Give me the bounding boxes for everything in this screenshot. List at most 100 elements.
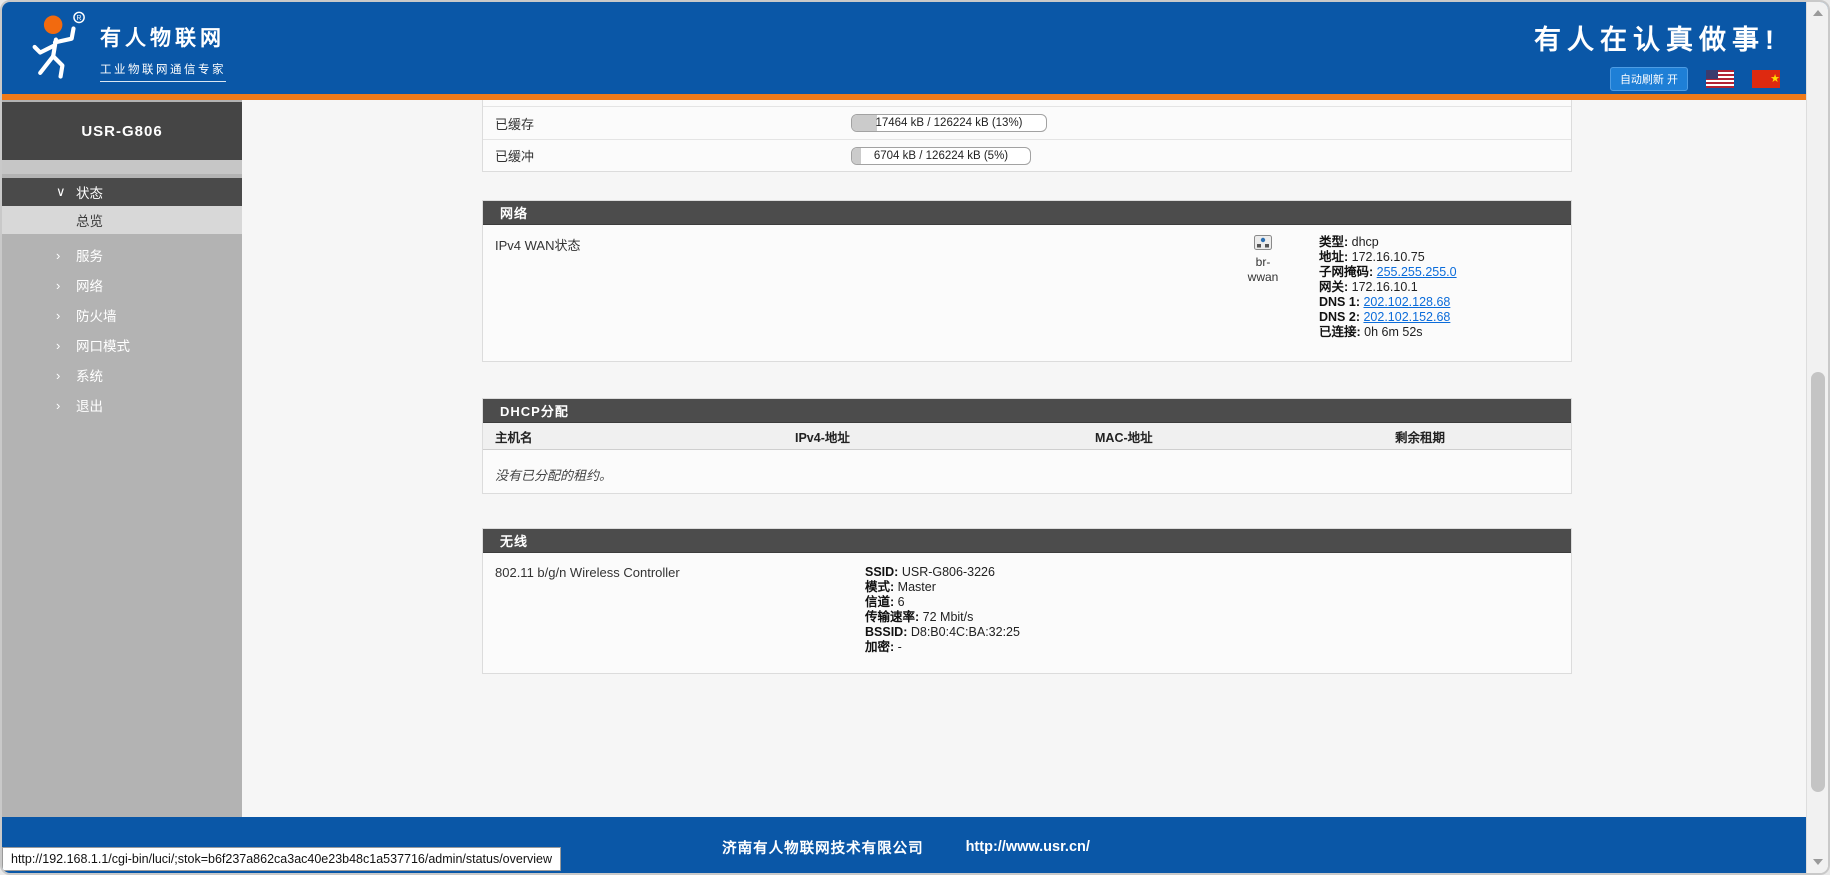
dns1-link[interactable]: 202.102.128.68: [1363, 295, 1450, 309]
dhcp-empty-message: 没有已分配的租约。: [483, 450, 1571, 499]
ssid-value: USR-G806-3226: [902, 565, 995, 579]
browser-status-url: http://192.168.1.1/cgi-bin/luci/;stok=b6…: [2, 847, 561, 871]
footer-website-link[interactable]: http://www.usr.cn/: [966, 839, 1090, 855]
memory-cached-label: 已缓存: [483, 114, 846, 133]
sidebar-item-label: 网口模式: [76, 335, 130, 355]
detail-label: DNS 2:: [1319, 310, 1360, 324]
sidebar-item-label: 状态: [76, 182, 103, 202]
chevron-right-icon: ›: [56, 308, 76, 323]
column-ipv4: IPv4-地址: [795, 427, 1095, 446]
progress-value: 6704 kB / 126224 kB (5%): [852, 148, 1030, 164]
interface-name-line: br-: [1213, 255, 1313, 270]
sidebar: USR-G806 ∨ 状态 总览 › 服务 › 网络 › 防火墙: [2, 100, 242, 817]
buffered-progress-bar: 6704 kB / 126224 kB (5%): [851, 147, 1031, 165]
brand-subtitle: 工业物联网通信专家: [100, 61, 226, 82]
detail-label: 传输速率:: [865, 610, 919, 624]
detail-label: 加密:: [865, 640, 894, 654]
auto-refresh-label: 自动刷新: [1620, 74, 1664, 86]
sidebar-item-network[interactable]: › 网络: [2, 271, 242, 299]
chevron-down-icon: ∨: [56, 184, 76, 200]
sidebar-divider: [2, 160, 242, 174]
detail-label: 类型:: [1319, 235, 1348, 249]
progress-value: 17464 kB / 126224 kB (13%): [852, 115, 1046, 131]
chevron-right-icon: ›: [56, 398, 76, 413]
column-lease: 剩余租期: [1395, 427, 1571, 446]
usr-person-logo-icon: R: [18, 8, 92, 86]
uptime-value: 0h 6m 52s: [1364, 325, 1422, 339]
sidebar-item-label: 退出: [76, 395, 103, 415]
column-hostname: 主机名: [495, 427, 795, 446]
detail-label: BSSID:: [865, 625, 907, 639]
detail-label: 信道:: [865, 595, 894, 609]
clipped-row: [483, 100, 1571, 107]
scrollbar-thumb[interactable]: [1811, 372, 1825, 792]
dhcp-table-header: 主机名 IPv4-地址 MAC-地址 剩余租期: [483, 423, 1571, 450]
header-slogan: 有人在认真做事!: [1534, 18, 1780, 57]
cn-flag-icon[interactable]: ★: [1752, 70, 1780, 88]
memory-buffered-label: 已缓冲: [483, 146, 846, 165]
detail-label: 地址:: [1319, 250, 1348, 264]
browser-viewport: R 有人物联网 工业物联网通信专家 有人在认真做事! 自动刷新 开 ★ USR-…: [0, 0, 1830, 875]
chevron-right-icon: ›: [56, 248, 76, 263]
mode-value: Master: [898, 580, 936, 594]
sidebar-item-label: 网络: [76, 275, 103, 295]
scroll-up-icon[interactable]: [1813, 10, 1823, 16]
brand-title: 有人物联网: [100, 22, 226, 52]
ipv4-wan-status-label: IPv4 WAN状态: [483, 235, 846, 340]
sidebar-item-port-mode[interactable]: › 网口模式: [2, 331, 242, 359]
sidebar-item-label: 总览: [76, 210, 103, 230]
dhcp-panel: DHCP分配 主机名 IPv4-地址 MAC-地址 剩余租期 没有已分配的租约。: [482, 398, 1572, 494]
bridge-interface-icon: [1254, 235, 1272, 250]
detail-label: 子网掩码:: [1319, 265, 1373, 279]
svg-text:R: R: [77, 15, 82, 22]
detail-label: SSID:: [865, 565, 898, 579]
auto-refresh-toggle-button[interactable]: 自动刷新 开: [1610, 67, 1688, 91]
wireless-controller-label: 802.11 b/g/n Wireless Controller: [483, 565, 865, 655]
sidebar-item-firewall[interactable]: › 防火墙: [2, 301, 242, 329]
wan-address: 172.16.10.75: [1352, 250, 1425, 264]
interface-name-line: wwan: [1213, 270, 1313, 285]
sidebar-item-overview[interactable]: 总览: [2, 206, 242, 234]
bssid-value: D8:B0:4C:BA:32:25: [911, 625, 1020, 639]
table-row: 已缓冲 6704 kB / 126224 kB (5%): [483, 139, 1571, 171]
interface-block: br- wwan: [1213, 235, 1313, 340]
network-panel: 网络 IPv4 WAN状态 br- wwan 类型: dhcp: [482, 200, 1572, 362]
scroll-down-icon[interactable]: [1813, 859, 1823, 865]
vertical-scrollbar[interactable]: [1806, 2, 1828, 873]
dns2-link[interactable]: 202.102.152.68: [1363, 310, 1450, 324]
chevron-right-icon: ›: [56, 368, 76, 383]
detail-label: 网关:: [1319, 280, 1348, 294]
gateway-value: 172.16.10.1: [1352, 280, 1418, 294]
table-row: 已缓存 17464 kB / 126224 kB (13%): [483, 107, 1571, 139]
sidebar-item-label: 防火墙: [76, 305, 117, 325]
detail-label: 已连接:: [1319, 325, 1361, 339]
sidebar-item-label: 服务: [76, 245, 103, 265]
dhcp-section-header: DHCP分配: [483, 399, 1571, 423]
sidebar-item-logout[interactable]: › 退出: [2, 391, 242, 419]
encryption-value: -: [898, 640, 902, 654]
column-mac: MAC-地址: [1095, 427, 1395, 446]
cached-progress-bar: 17464 kB / 126224 kB (13%): [851, 114, 1047, 132]
sidebar-item-services[interactable]: › 服务: [2, 241, 242, 269]
sidebar-item-label: 系统: [76, 365, 103, 385]
detail-label: DNS 1:: [1319, 295, 1360, 309]
network-section-header: 网络: [483, 201, 1571, 225]
us-flag-icon[interactable]: [1706, 70, 1734, 88]
channel-value: 6: [898, 595, 905, 609]
device-name: USR-G806: [2, 102, 242, 160]
app-header: R 有人物联网 工业物联网通信专家 有人在认真做事! 自动刷新 开 ★: [2, 2, 1828, 94]
wireless-section-header: 无线: [483, 529, 1571, 553]
netmask-link[interactable]: 255.255.255.0: [1377, 265, 1457, 279]
bitrate-value: 72 Mbit/s: [923, 610, 974, 624]
auto-refresh-state: 开: [1667, 74, 1678, 86]
wan-type: dhcp: [1352, 235, 1379, 249]
detail-label: 模式:: [865, 580, 894, 594]
chevron-right-icon: ›: [56, 338, 76, 353]
sidebar-item-status[interactable]: ∨ 状态: [2, 178, 242, 206]
sidebar-item-system[interactable]: › 系统: [2, 361, 242, 389]
memory-table: 已缓存 17464 kB / 126224 kB (13%) 已缓冲 6704 …: [482, 100, 1572, 172]
brand-block: R 有人物联网 工业物联网通信专家: [18, 8, 226, 86]
footer-company: 济南有人物联网技术有限公司: [722, 837, 924, 858]
chevron-right-icon: ›: [56, 278, 76, 293]
wireless-panel: 无线 802.11 b/g/n Wireless Controller SSID…: [482, 528, 1572, 674]
